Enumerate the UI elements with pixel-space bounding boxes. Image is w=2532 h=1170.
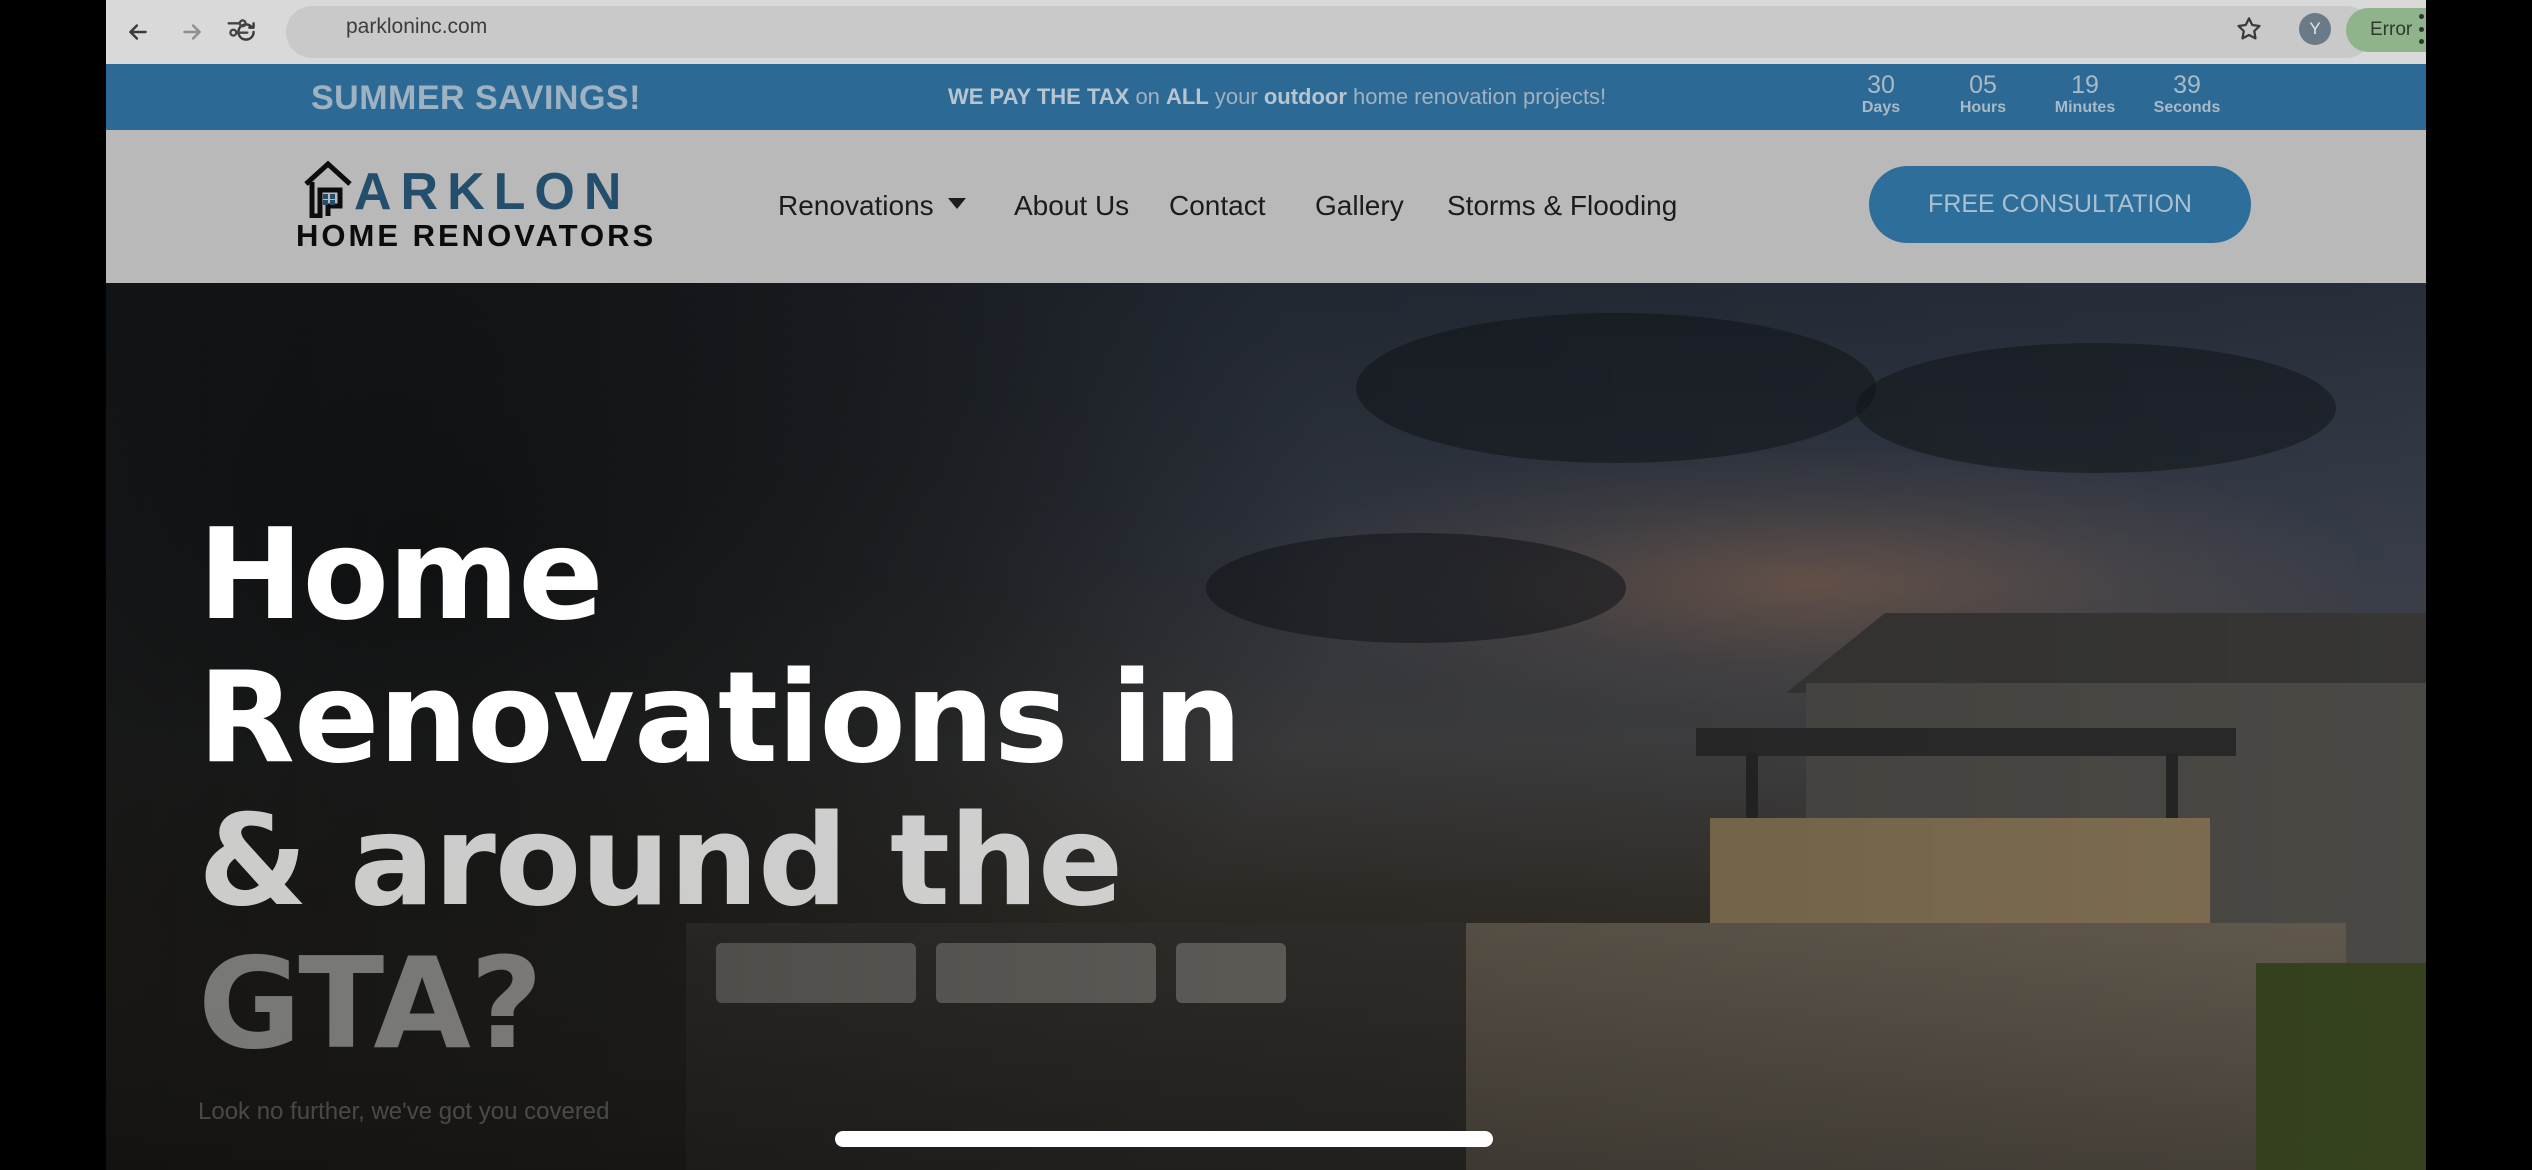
nav-about-us[interactable]: About Us: [1014, 190, 1129, 222]
promo-text-rest: home renovation projects!: [1346, 84, 1607, 109]
home-indicator[interactable]: [835, 1131, 1493, 1147]
site-info-button[interactable]: [224, 14, 258, 48]
promo-text-tax: WE PAY THE TAX: [948, 84, 1130, 109]
countdown-days: 30 Days: [1836, 72, 1926, 118]
nav-gallery[interactable]: Gallery: [1315, 190, 1404, 222]
hero-title-line: Home: [198, 501, 604, 648]
countdown-hours: 05 Hours: [1938, 72, 2028, 118]
promo-text-outdoor: outdoor: [1263, 84, 1347, 109]
url-text[interactable]: parkloninc.com: [346, 15, 487, 39]
hero-title-line: & around the: [198, 787, 1123, 934]
countdown-seconds-label: Seconds: [2153, 99, 2221, 116]
nav-contact[interactable]: Contact: [1169, 190, 1266, 222]
profile-avatar[interactable]: Y: [2299, 13, 2331, 45]
free-consultation-button[interactable]: FREE CONSULTATION: [1869, 166, 2251, 243]
nav-renovations[interactable]: Renovations: [778, 190, 934, 222]
house-logo-icon: [304, 160, 352, 218]
countdown-seconds: 39 Seconds: [2142, 72, 2232, 118]
promo-headline: SUMMER SAVINGS!: [311, 79, 641, 117]
logo-tagline: HOME RENOVATORS: [296, 218, 657, 253]
site-info-icon: [227, 19, 249, 37]
address-bar[interactable]: [286, 6, 2372, 58]
promo-text-on: on: [1129, 84, 1167, 109]
promo-text-all: ALL: [1166, 84, 1209, 109]
bookmark-button[interactable]: [2234, 14, 2268, 48]
countdown-seconds-value: 39: [2173, 71, 2201, 99]
countdown-days-value: 30: [1867, 71, 1895, 99]
countdown-hours-value: 05: [1969, 71, 1997, 99]
back-arrow-icon: [129, 24, 147, 40]
back-button[interactable]: [118, 12, 158, 52]
hero-title-line: GTA?: [198, 930, 543, 1077]
company-logo[interactable]: ARKLON HOME RENOVATORS: [296, 160, 653, 256]
countdown-minutes-label: Minutes: [2054, 99, 2116, 116]
device-screen: parkloninc.com Y Error SUMMER SAVINGS! W…: [106, 0, 2426, 1170]
countdown-days-label: Days: [1861, 99, 1901, 116]
countdown-minutes-value: 19: [2071, 71, 2099, 99]
star-icon: [2237, 17, 2261, 40]
promo-text-your: your: [1208, 84, 1264, 109]
forward-arrow-icon: [183, 24, 201, 40]
promo-banner: SUMMER SAVINGS! WE PAY THE TAX on ALL yo…: [106, 64, 2426, 130]
forward-button[interactable]: [172, 12, 212, 52]
hero-section: Home Renovations in & around the GTA? Lo…: [106, 283, 2426, 1170]
caret-down-icon[interactable]: [948, 198, 966, 209]
countdown-minutes: 19 Minutes: [2040, 72, 2130, 118]
hero-subtitle: Look no further, we've got you covered: [198, 1098, 610, 1125]
logo-wordmark: ARKLON: [354, 163, 631, 221]
error-status-button[interactable]: Error: [2346, 8, 2426, 52]
browser-toolbar: parkloninc.com Y Error: [106, 0, 2426, 64]
hero-title-line: Renovations in: [198, 644, 1242, 791]
nav-storms-flooding[interactable]: Storms & Flooding: [1447, 190, 1677, 222]
site-header: ARKLON HOME RENOVATORS Renovations About…: [106, 130, 2426, 283]
hero-title: Home Renovations in & around the GTA?: [198, 503, 1398, 1075]
menu-dots-icon[interactable]: [2416, 14, 2426, 44]
promo-text: WE PAY THE TAX on ALL your outdoor home …: [948, 84, 1606, 110]
countdown-hours-label: Hours: [1959, 99, 2007, 116]
